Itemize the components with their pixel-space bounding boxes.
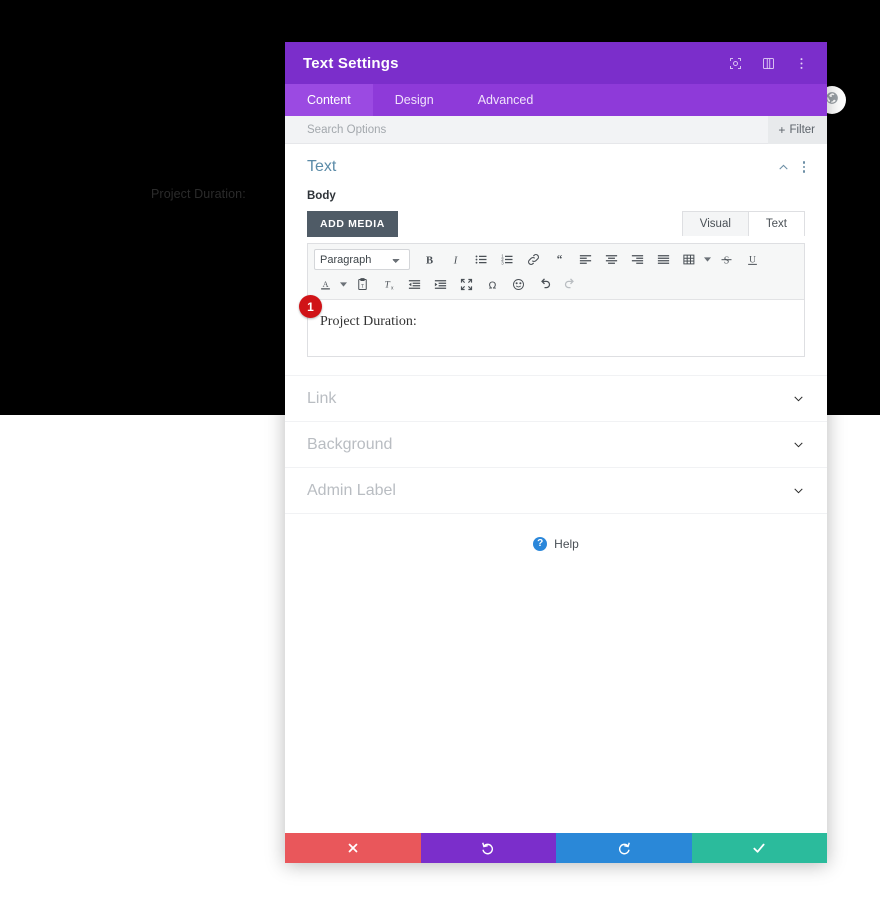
help-link[interactable]: Help — [554, 537, 579, 551]
tab-advanced[interactable]: Advanced — [456, 84, 556, 116]
section-title-admin-label: Admin Label — [307, 481, 396, 499]
section-admin-label-actions — [792, 484, 805, 497]
screenshot-root: Project Duration: Text Settings Content … — [0, 0, 880, 902]
paragraph-format-select[interactable]: Paragraph — [314, 249, 410, 270]
chevron-down-icon[interactable] — [792, 392, 805, 405]
plus-icon: + — [778, 123, 786, 137]
section-header-background[interactable]: Background — [285, 421, 827, 467]
undo-icon[interactable] — [531, 273, 557, 297]
align-left-icon[interactable] — [572, 248, 598, 272]
editor-toolbar-row-1: Paragraph B I 1 2 3 “ S U — [312, 247, 800, 272]
undo-button[interactable] — [420, 833, 556, 863]
redo-button[interactable] — [556, 833, 692, 863]
modal-header-actions — [727, 55, 809, 71]
section-text-actions — [777, 161, 805, 174]
align-justify-icon[interactable] — [650, 248, 676, 272]
annotation-marker-1: 1 — [299, 295, 322, 318]
editor-toolbar-row-2: A T Tx Ω — [312, 272, 800, 297]
save-button[interactable] — [691, 833, 827, 863]
clear-formatting-icon[interactable]: Tx — [375, 273, 401, 297]
modal-body: Text Body ADD MEDIA Visual Text Paragrap… — [285, 144, 827, 833]
filter-label: Filter — [789, 124, 815, 136]
discard-button[interactable] — [285, 833, 421, 863]
svg-text:3: 3 — [501, 261, 504, 266]
link-icon[interactable] — [520, 248, 546, 272]
modal-title: Text Settings — [303, 54, 399, 72]
bold-icon[interactable]: B — [416, 248, 442, 272]
editor-toolbar-top: ADD MEDIA Visual Text — [307, 211, 805, 243]
tab-visual[interactable]: Visual — [681, 211, 749, 236]
rich-text-editor: Paragraph B I 1 2 3 “ S U A T T x Ω Proj… — [307, 243, 805, 357]
section-text-content: Body ADD MEDIA Visual Text Paragraph B I… — [285, 190, 827, 375]
tab-content[interactable]: Content — [285, 84, 373, 116]
page-background-text: Project Duration: — [151, 187, 246, 201]
overflow-menu-icon[interactable] — [793, 55, 809, 71]
outdent-icon[interactable] — [401, 273, 427, 297]
align-center-icon[interactable] — [598, 248, 624, 272]
editor-toolbars: Paragraph B I 1 2 3 “ S U A T T x Ω — [308, 244, 804, 300]
chevron-down-icon[interactable] — [792, 484, 805, 497]
fullscreen-icon[interactable] — [453, 273, 479, 297]
emoji-icon[interactable] — [505, 273, 531, 297]
section-header-link[interactable]: Link — [285, 375, 827, 421]
section-background-actions — [792, 438, 805, 451]
blockquote-icon[interactable]: “ — [546, 248, 572, 272]
svg-text:B: B — [425, 255, 432, 266]
bulleted-list-icon[interactable] — [468, 248, 494, 272]
help-row: ? Help — [285, 513, 827, 573]
strikethrough-icon[interactable]: S — [713, 248, 739, 272]
underline-icon[interactable]: U — [739, 248, 765, 272]
modal-action-bar — [285, 833, 827, 863]
svg-text:“: “ — [556, 254, 562, 266]
section-header-text[interactable]: Text — [285, 144, 827, 190]
editor-content-area[interactable]: Project Duration: — [308, 300, 804, 356]
chevron-down-icon[interactable] — [792, 438, 805, 451]
redo-icon[interactable] — [557, 273, 583, 297]
section-title-text: Text — [307, 158, 337, 175]
numbered-list-icon[interactable]: 123 — [494, 248, 520, 272]
editor-mode-tabs: Visual Text — [681, 211, 805, 236]
filter-button[interactable]: + Filter — [768, 116, 827, 144]
italic-icon[interactable]: I — [442, 248, 468, 272]
svg-text:x: x — [391, 286, 394, 292]
text-color-icon[interactable]: A — [312, 273, 338, 297]
svg-text:T: T — [384, 281, 390, 291]
editor-paragraph: Project Duration: — [320, 314, 417, 329]
modal-tabs: Content Design Advanced — [285, 84, 827, 116]
search-input[interactable] — [285, 116, 827, 143]
align-right-icon[interactable] — [624, 248, 650, 272]
svg-text:I: I — [452, 255, 457, 266]
section-overflow-menu-icon[interactable] — [802, 161, 805, 173]
section-header-admin-label[interactable]: Admin Label — [285, 467, 827, 513]
text-color-dropdown-icon[interactable] — [338, 281, 349, 288]
modal-header: Text Settings — [285, 42, 827, 84]
section-title-link: Link — [307, 389, 337, 407]
text-settings-modal: Text Settings Content Design Advanced Se… — [285, 42, 827, 863]
add-media-button[interactable]: ADD MEDIA — [307, 211, 398, 237]
svg-text:A: A — [322, 280, 328, 289]
focus-target-icon[interactable] — [727, 55, 743, 71]
section-title-background: Background — [307, 435, 393, 453]
tab-design[interactable]: Design — [373, 84, 456, 116]
layout-panel-icon[interactable] — [760, 55, 776, 71]
svg-text:Ω: Ω — [488, 280, 496, 291]
svg-text:T: T — [360, 285, 363, 290]
search-options-row: + Filter — [285, 116, 827, 144]
help-icon: ? — [533, 536, 548, 551]
special-character-icon[interactable]: Ω — [479, 273, 505, 297]
section-link-actions — [792, 392, 805, 405]
table-dropdown-caret-icon[interactable] — [702, 256, 713, 263]
table-icon[interactable] — [676, 248, 702, 272]
body-field-label: Body — [307, 190, 336, 202]
tab-text[interactable]: Text — [748, 211, 805, 236]
chevron-up-icon[interactable] — [777, 161, 790, 174]
paste-as-text-icon[interactable]: T — [349, 273, 375, 297]
indent-icon[interactable] — [427, 273, 453, 297]
globe-icon — [825, 91, 839, 110]
svg-text:S: S — [723, 255, 729, 266]
